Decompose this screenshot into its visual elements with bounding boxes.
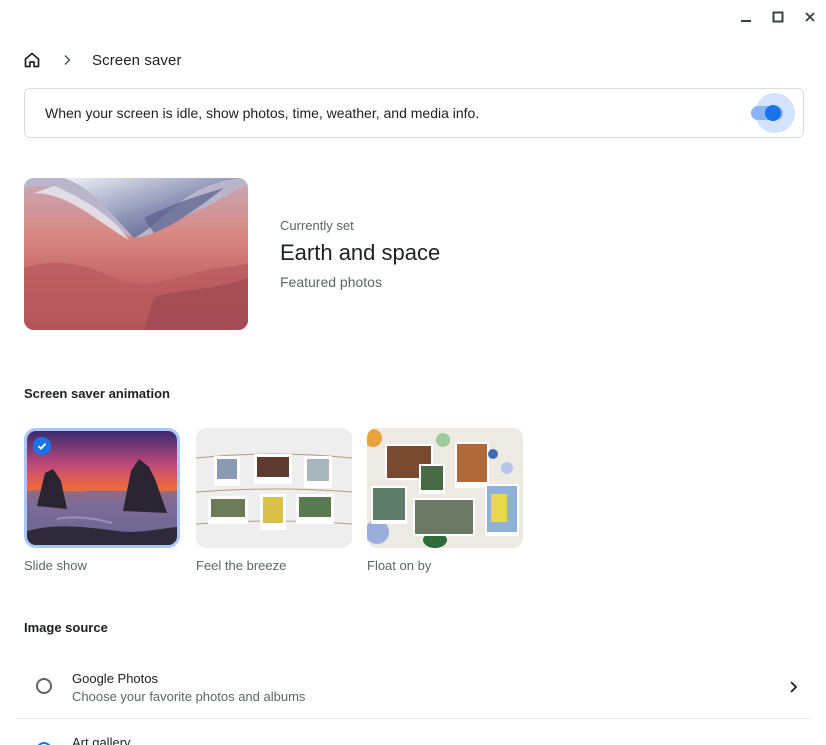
home-button[interactable] [22, 50, 42, 70]
image-source-art-gallery[interactable]: Art gallery [16, 722, 810, 745]
image-source-heading: Image source [24, 620, 108, 635]
animation-option-feel-the-breeze[interactable] [196, 428, 352, 548]
current-screensaver-subtitle: Featured photos [280, 274, 382, 290]
animation-option-slide-show[interactable] [24, 428, 180, 548]
minimize-icon [741, 20, 751, 22]
screen-saver-toggle[interactable] [751, 93, 795, 133]
animation-heading: Screen saver animation [24, 386, 170, 401]
image-source-google-photos[interactable]: Google Photos Choose your favorite photo… [16, 658, 810, 718]
animation-label-float-on-by: Float on by [367, 558, 432, 573]
chevron-right-icon [788, 680, 798, 699]
animation-label-feel-the-breeze: Feel the breeze [196, 558, 287, 573]
maximize-button[interactable] [769, 8, 787, 26]
selected-check-icon [33, 437, 51, 455]
source-title: Google Photos [72, 671, 159, 686]
divider [16, 718, 810, 719]
source-subtitle: Choose your favorite photos and albums [72, 689, 306, 704]
animation-option-float-on-by[interactable] [367, 428, 523, 548]
source-title: Art gallery [72, 735, 131, 745]
current-screensaver-title: Earth and space [280, 240, 441, 265]
close-button[interactable] [801, 8, 819, 26]
currently-set-label: Currently set [280, 218, 354, 233]
screen-saver-toggle-card: When your screen is idle, show photos, t… [24, 88, 804, 138]
chevron-right-icon [64, 54, 71, 66]
home-icon [24, 52, 40, 68]
breadcrumb-separator [62, 54, 72, 66]
breadcrumb: Screen saver [22, 48, 182, 72]
current-screensaver-preview [24, 178, 248, 330]
minimize-button[interactable] [737, 8, 755, 26]
close-icon [805, 12, 815, 22]
radio-google-photos[interactable] [36, 678, 52, 694]
animation-label-slide-show: Slide show [24, 558, 87, 573]
page-title: Screen saver [92, 51, 182, 69]
toggle-description: When your screen is idle, show photos, t… [45, 105, 480, 121]
maximize-icon [772, 11, 784, 23]
